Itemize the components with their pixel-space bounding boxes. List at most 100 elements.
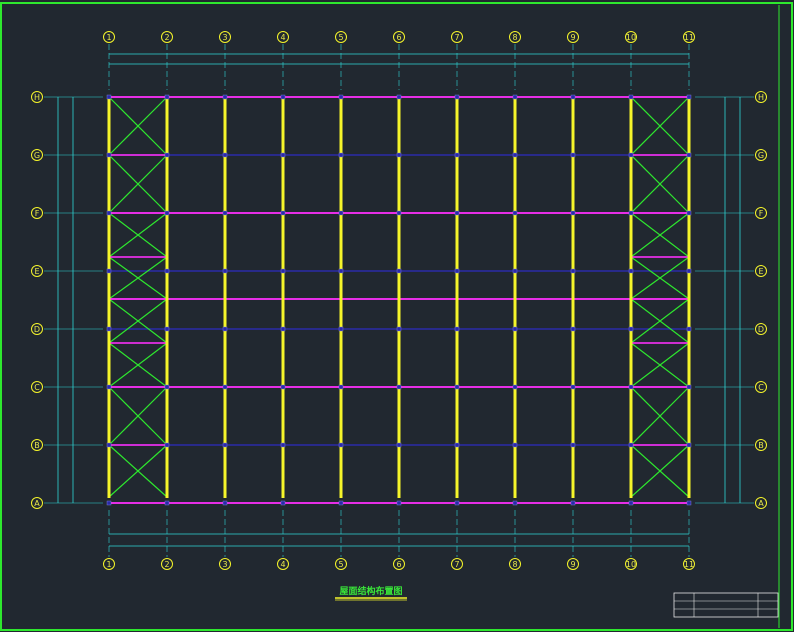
column-node: [222, 210, 228, 216]
row-bubble-right-label: E: [758, 267, 763, 276]
column-node: [628, 326, 634, 332]
column-node: [106, 152, 112, 158]
column-bubble-bottom-label: 8: [512, 560, 517, 569]
row-bubble-left-label: A: [34, 499, 40, 508]
column-node: [106, 94, 112, 100]
column-node: [338, 384, 344, 390]
column-node: [454, 442, 460, 448]
column-node: [628, 210, 634, 216]
column-node: [164, 326, 170, 332]
column-node: [164, 268, 170, 274]
column-node: [396, 152, 402, 158]
column-node: [164, 500, 170, 506]
column-node: [570, 210, 576, 216]
column-bubble-top-label: 9: [570, 33, 575, 42]
column-node: [338, 500, 344, 506]
row-bubble-left-label: C: [34, 383, 40, 392]
column-node: [628, 384, 634, 390]
column-bubble-bottom: 11: [683, 558, 695, 570]
column-node: [338, 268, 344, 274]
column-node: [396, 210, 402, 216]
column-node: [106, 384, 112, 390]
column-node: [454, 94, 460, 100]
column-bubble-bottom-label: 4: [280, 560, 285, 569]
column-node: [396, 384, 402, 390]
column-bubble-top-label: 10: [626, 33, 636, 42]
column-node: [686, 326, 692, 332]
column-node: [338, 326, 344, 332]
column-node: [454, 326, 460, 332]
column-bubble-top-label: 5: [338, 33, 343, 42]
column-node: [396, 442, 402, 448]
column-node: [396, 326, 402, 332]
column-node: [280, 442, 286, 448]
column-node: [106, 268, 112, 274]
column-node: [280, 268, 286, 274]
column-node: [686, 500, 692, 506]
column-bubble-bottom-label: 5: [338, 560, 343, 569]
column-node: [454, 152, 460, 158]
column-node: [686, 152, 692, 158]
column-node: [222, 94, 228, 100]
roof-structure-plan: 11223344556677889910101111H HG GF FE ED DC CB B…: [0, 0, 794, 632]
column-bubble-bottom-label: 10: [626, 560, 636, 569]
row-bubble-right-label: H: [758, 93, 764, 102]
column-node: [164, 384, 170, 390]
column-node: [686, 384, 692, 390]
row-bubble-right-label: A: [758, 499, 764, 508]
column-node: [686, 210, 692, 216]
column-node: [570, 268, 576, 274]
column-node: [164, 210, 170, 216]
column-node: [570, 500, 576, 506]
column-bubble-top: 11: [683, 31, 695, 43]
column-node: [164, 152, 170, 158]
column-bubble-bottom-label: 6: [396, 560, 401, 569]
column-node: [396, 94, 402, 100]
column-node: [454, 500, 460, 506]
column-bubble-top: 10: [625, 31, 637, 43]
column-node: [222, 384, 228, 390]
column-node: [106, 442, 112, 448]
column-node: [686, 268, 692, 274]
column-node: [222, 152, 228, 158]
row-bubble-left-label: G: [34, 151, 40, 160]
column-bubble-bottom-label: 1: [106, 560, 111, 569]
row-bubble-right-label: G: [758, 151, 764, 160]
column-node: [628, 268, 634, 274]
column-node: [280, 384, 286, 390]
column-node: [454, 268, 460, 274]
column-node: [628, 500, 634, 506]
row-bubble-left-label: B: [34, 441, 40, 450]
column-bubble-top-label: 2: [164, 33, 169, 42]
row-bubble-left-label: F: [35, 209, 40, 218]
column-node: [686, 442, 692, 448]
column-bubble-bottom-label: 7: [454, 560, 459, 569]
column-bubble-bottom-label: 9: [570, 560, 575, 569]
column-node: [512, 384, 518, 390]
column-bubble-bottom-label: 3: [222, 560, 227, 569]
column-bubble-top-label: 11: [684, 33, 694, 42]
column-node: [338, 94, 344, 100]
row-bubble-left-label: H: [34, 93, 40, 102]
column-node: [106, 326, 112, 332]
column-node: [164, 442, 170, 448]
column-node: [280, 500, 286, 506]
row-bubble-right-label: F: [759, 209, 764, 218]
column-node: [396, 500, 402, 506]
column-node: [686, 94, 692, 100]
column-node: [512, 268, 518, 274]
column-node: [512, 210, 518, 216]
column-bubble-top-label: 8: [512, 33, 517, 42]
column-node: [222, 442, 228, 448]
drawing-title-text: 屋面结构布置图: [339, 585, 402, 597]
column-bubble-bottom-label: 2: [164, 560, 169, 569]
column-bubble-top-label: 3: [222, 33, 227, 42]
column-bubble-top-label: 7: [454, 33, 459, 42]
column-bubble-top-label: 4: [280, 33, 285, 42]
column-node: [222, 268, 228, 274]
column-node: [512, 442, 518, 448]
column-node: [338, 210, 344, 216]
column-node: [280, 152, 286, 158]
column-node: [280, 94, 286, 100]
column-node: [338, 152, 344, 158]
